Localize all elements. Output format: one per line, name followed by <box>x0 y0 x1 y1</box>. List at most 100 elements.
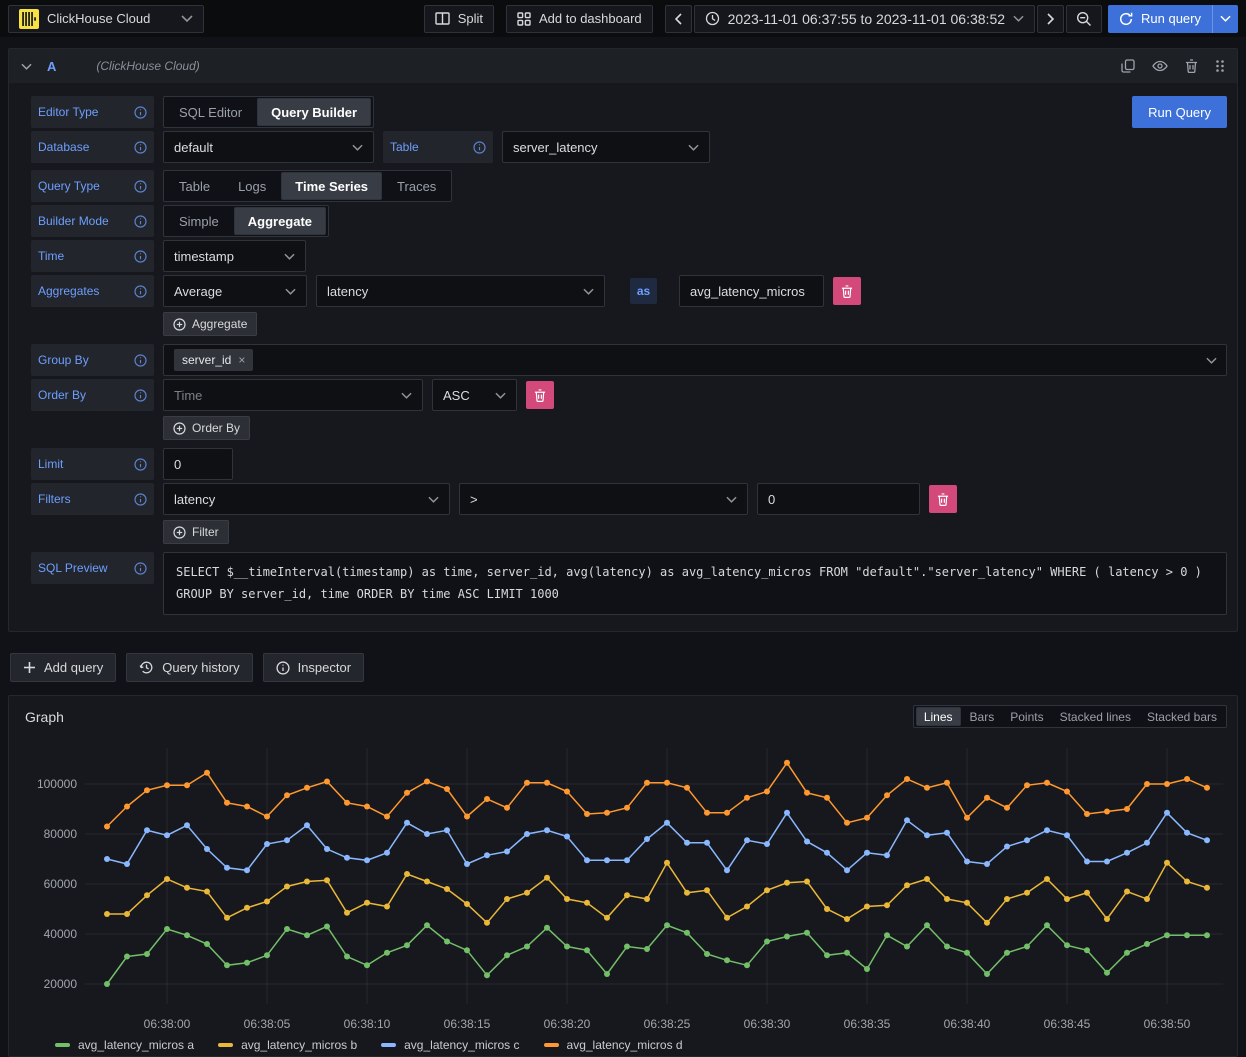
add-aggregate-button[interactable]: Aggregate <box>163 312 257 336</box>
zoom-out-button[interactable] <box>1066 5 1102 33</box>
group-by-multiselect[interactable]: server_id × <box>163 344 1227 376</box>
builder-mode-option-aggregate[interactable]: Aggregate <box>234 207 326 235</box>
series-point[interactable] <box>1044 780 1050 786</box>
series-point[interactable] <box>804 790 810 796</box>
series-point[interactable] <box>1184 932 1190 938</box>
series-point[interactable] <box>924 832 930 838</box>
series-point[interactable] <box>264 952 270 958</box>
series-point[interactable] <box>204 770 210 776</box>
series-point[interactable] <box>904 817 910 823</box>
remove-aggregate-button[interactable] <box>833 277 861 305</box>
series-point[interactable] <box>444 827 450 833</box>
series-point[interactable] <box>664 860 670 866</box>
series-point[interactable] <box>544 780 550 786</box>
series-point[interactable] <box>924 876 930 882</box>
series-point[interactable] <box>944 830 950 836</box>
series-point[interactable] <box>964 950 970 956</box>
series-point[interactable] <box>644 896 650 902</box>
run-query-button[interactable]: Run Query <box>1132 96 1227 128</box>
remove-order-by-button[interactable] <box>526 381 554 409</box>
series-point[interactable] <box>384 850 390 856</box>
series-point[interactable] <box>404 790 410 796</box>
series-point[interactable] <box>1144 840 1150 846</box>
series-point[interactable] <box>624 857 630 863</box>
query-type-option-time-series[interactable]: Time Series <box>281 172 382 200</box>
series-point[interactable] <box>584 857 590 863</box>
series-point[interactable] <box>864 850 870 856</box>
series-point[interactable] <box>784 810 790 816</box>
series-point[interactable] <box>884 902 890 908</box>
editor-type-option-query-builder[interactable]: Query Builder <box>257 98 371 126</box>
series-point[interactable] <box>444 786 450 792</box>
series-point[interactable] <box>124 911 130 917</box>
series-point[interactable] <box>284 837 290 843</box>
series-point[interactable] <box>464 814 470 820</box>
series-point[interactable] <box>824 952 830 958</box>
series-point[interactable] <box>884 932 890 938</box>
add-order-by-button[interactable]: Order By <box>163 416 250 440</box>
series-point[interactable] <box>644 946 650 952</box>
series-point[interactable] <box>704 840 710 846</box>
series-point[interactable] <box>524 890 530 896</box>
series-point[interactable] <box>744 962 750 968</box>
series-point[interactable] <box>124 804 130 810</box>
series-point[interactable] <box>444 939 450 945</box>
collapse-chevron-icon[interactable] <box>21 63 32 70</box>
series-point[interactable] <box>744 795 750 801</box>
series-point[interactable] <box>784 934 790 940</box>
info-icon[interactable] <box>473 141 486 154</box>
series-point[interactable] <box>624 944 630 950</box>
legend-item[interactable]: avg_latency_micros b <box>218 1038 357 1052</box>
series-point[interactable] <box>784 880 790 886</box>
series-point[interactable] <box>644 780 650 786</box>
series-point[interactable] <box>224 962 230 968</box>
series-point[interactable] <box>764 841 770 847</box>
series-point[interactable] <box>1104 809 1110 815</box>
series-point[interactable] <box>1104 970 1110 976</box>
query-row-header[interactable]: A (ClickHouse Cloud) <box>9 49 1237 83</box>
graph-style-stacked-bars[interactable]: Stacked bars <box>1140 707 1224 726</box>
remove-tag-icon[interactable]: × <box>238 353 245 367</box>
series-point[interactable] <box>1204 932 1210 938</box>
time-column-select[interactable]: timestamp <box>163 240 306 272</box>
series-point[interactable] <box>164 782 170 788</box>
series-point[interactable] <box>1064 832 1070 838</box>
hide-response-eye-icon[interactable] <box>1152 60 1168 72</box>
series-point[interactable] <box>544 827 550 833</box>
series-point[interactable] <box>944 780 950 786</box>
builder-mode-option-simple[interactable]: Simple <box>166 207 232 235</box>
info-icon[interactable] <box>134 250 147 263</box>
series-point[interactable] <box>544 875 550 881</box>
series-point[interactable] <box>984 971 990 977</box>
series-point[interactable] <box>504 896 510 902</box>
series-point[interactable] <box>1144 941 1150 947</box>
series-point[interactable] <box>404 942 410 948</box>
series-point[interactable] <box>1184 879 1190 885</box>
series-point[interactable] <box>184 932 190 938</box>
legend-item[interactable]: avg_latency_micros a <box>55 1038 194 1052</box>
series-point[interactable] <box>404 820 410 826</box>
series-point[interactable] <box>1204 837 1210 843</box>
series-point[interactable] <box>1164 860 1170 866</box>
info-icon[interactable] <box>134 562 147 575</box>
series-point[interactable] <box>804 879 810 885</box>
series-point[interactable] <box>1084 947 1090 953</box>
series-point[interactable] <box>804 839 810 845</box>
legend-item[interactable]: avg_latency_micros d <box>544 1038 683 1052</box>
series-point[interactable] <box>1044 922 1050 928</box>
series-point[interactable] <box>564 834 570 840</box>
remove-filter-button[interactable] <box>929 485 957 513</box>
series-point[interactable] <box>584 900 590 906</box>
series-point[interactable] <box>484 796 490 802</box>
series-point[interactable] <box>524 780 530 786</box>
series-point[interactable] <box>624 805 630 811</box>
series-point[interactable] <box>444 886 450 892</box>
series-point[interactable] <box>464 947 470 953</box>
series-point[interactable] <box>1024 837 1030 843</box>
series-point[interactable] <box>844 916 850 922</box>
series-point[interactable] <box>924 922 930 928</box>
series-point[interactable] <box>184 782 190 788</box>
series-point[interactable] <box>1144 781 1150 787</box>
query-type-option-logs[interactable]: Logs <box>225 172 279 200</box>
drag-handle-icon[interactable] <box>1215 59 1225 73</box>
